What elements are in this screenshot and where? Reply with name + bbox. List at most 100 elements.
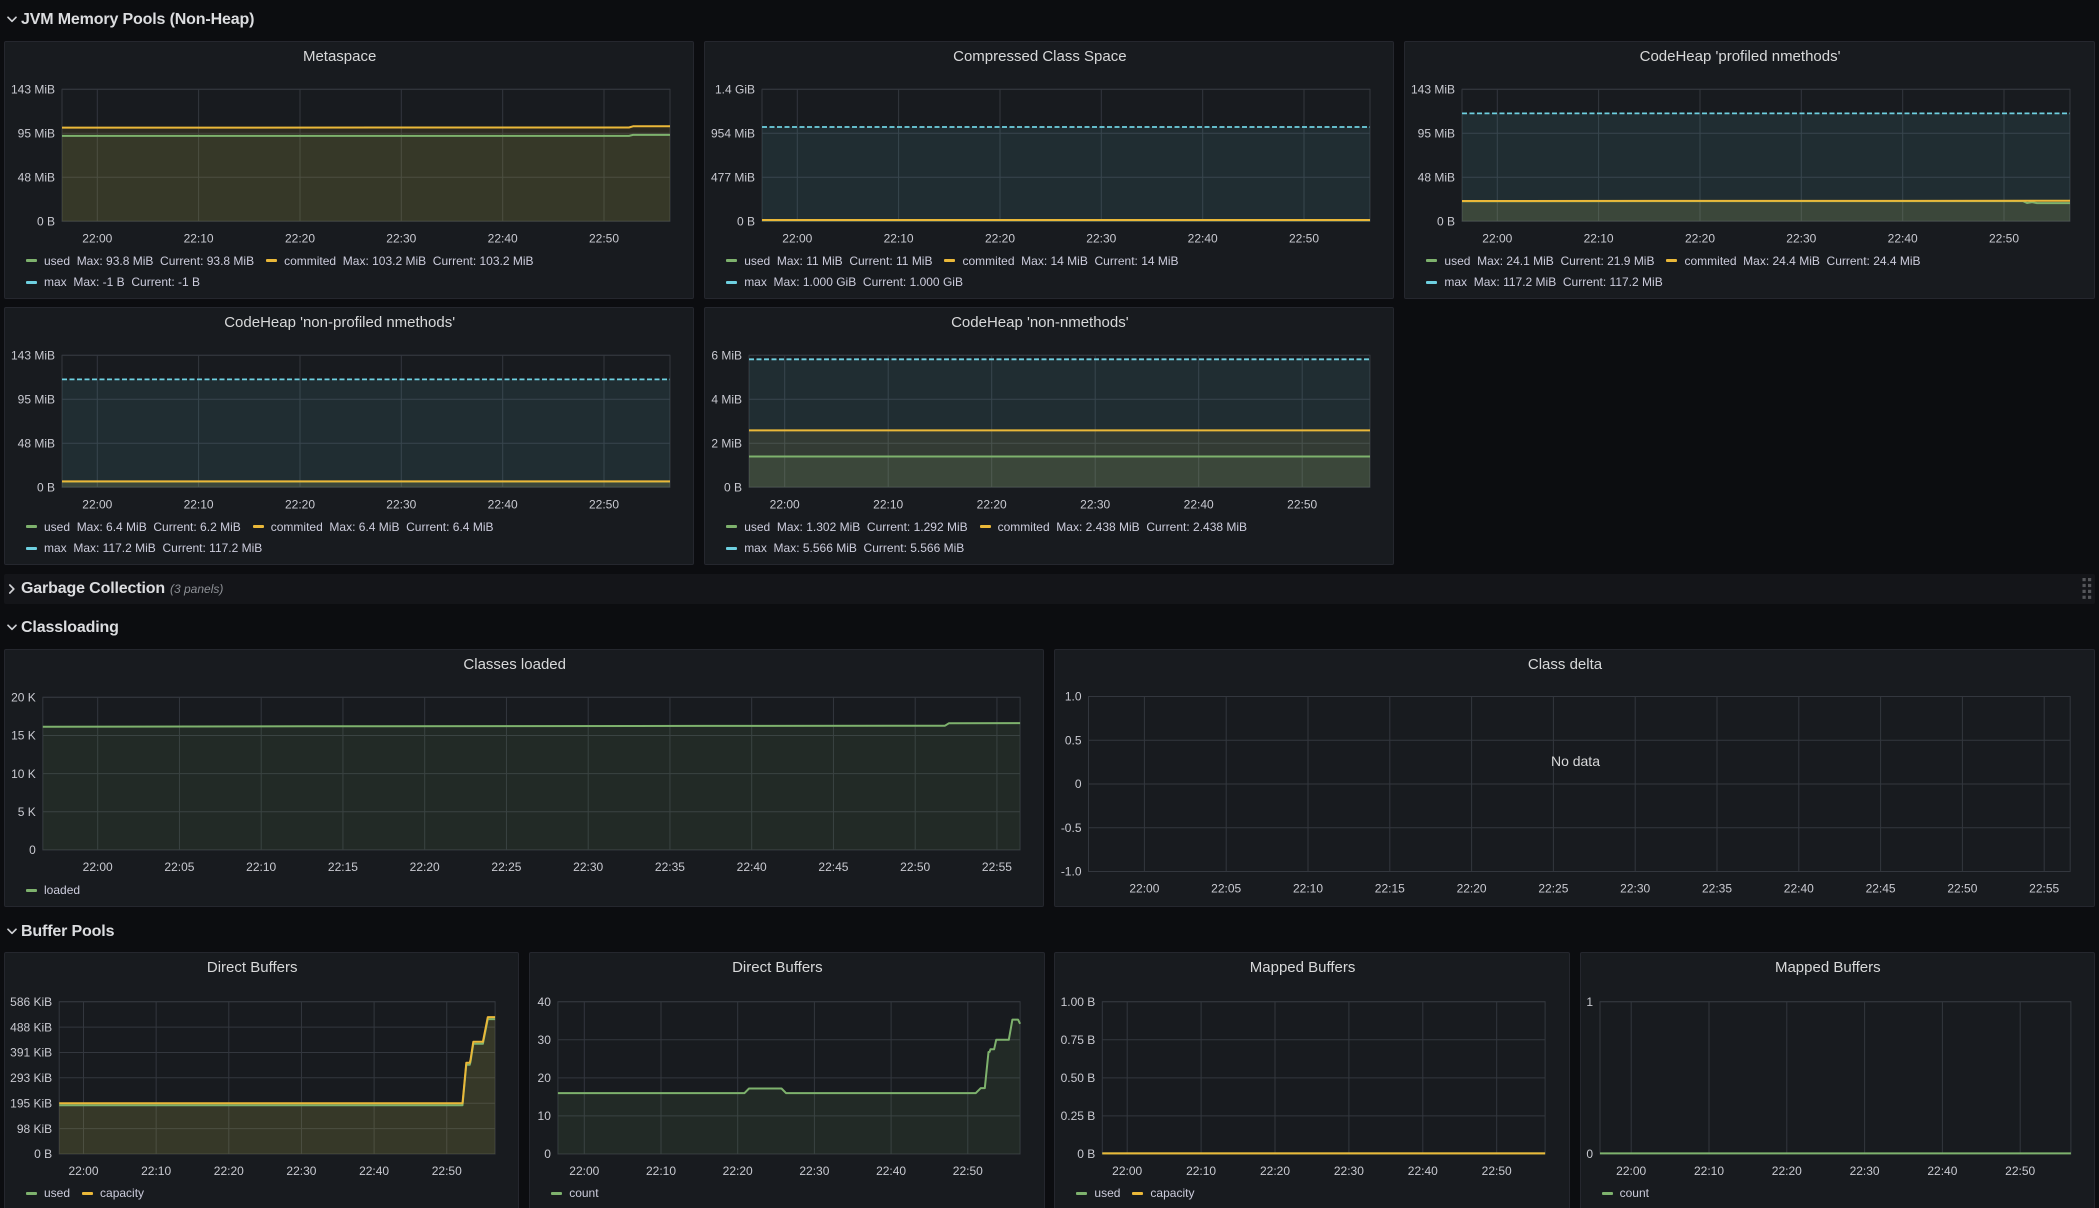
svg-text:22:00: 22:00 <box>82 497 112 511</box>
svg-text:22:00: 22:00 <box>782 231 812 245</box>
svg-text:22:30: 22:30 <box>800 1164 830 1178</box>
svg-text:48 MiB: 48 MiB <box>18 171 55 185</box>
svg-text:22:20: 22:20 <box>1457 882 1487 896</box>
svg-text:22:50: 22:50 <box>1289 231 1319 245</box>
svg-text:22:30: 22:30 <box>386 231 416 245</box>
svg-text:22:30: 22:30 <box>386 497 416 511</box>
svg-text:-1.0: -1.0 <box>1061 865 1082 879</box>
svg-text:22:00: 22:00 <box>68 1164 98 1178</box>
svg-text:954 MiB: 954 MiB <box>711 127 755 141</box>
svg-text:22:50: 22:50 <box>1989 231 2019 245</box>
svg-text:0: 0 <box>544 1147 551 1161</box>
svg-text:143 MiB: 143 MiB <box>11 349 55 363</box>
svg-text:477 MiB: 477 MiB <box>711 171 755 185</box>
svg-text:22:40: 22:40 <box>359 1164 389 1178</box>
svg-text:488 KiB: 488 KiB <box>10 1020 52 1034</box>
svg-text:22:20: 22:20 <box>1685 231 1715 245</box>
svg-text:30: 30 <box>538 1033 552 1047</box>
svg-text:22:05: 22:05 <box>164 860 194 874</box>
svg-text:22:10: 22:10 <box>1293 882 1323 896</box>
svg-text:22:20: 22:20 <box>1260 1164 1290 1178</box>
svg-text:1.00 B: 1.00 B <box>1061 995 1096 1009</box>
svg-text:0.5: 0.5 <box>1065 733 1082 747</box>
svg-text:22:50: 22:50 <box>2005 1164 2035 1178</box>
svg-text:22:40: 22:40 <box>1184 497 1214 511</box>
svg-text:22:35: 22:35 <box>1702 882 1732 896</box>
svg-text:22:30: 22:30 <box>1080 497 1110 511</box>
svg-text:22:50: 22:50 <box>1287 497 1317 511</box>
svg-text:22:00: 22:00 <box>83 860 113 874</box>
svg-text:0 B: 0 B <box>737 215 755 229</box>
svg-text:22:55: 22:55 <box>982 860 1012 874</box>
svg-text:22:40: 22:40 <box>1888 231 1918 245</box>
svg-text:22:55: 22:55 <box>2029 882 2059 896</box>
svg-text:2 MiB: 2 MiB <box>712 437 743 451</box>
svg-text:22:30: 22:30 <box>286 1164 316 1178</box>
svg-text:22:40: 22:40 <box>488 231 518 245</box>
svg-text:22:20: 22:20 <box>214 1164 244 1178</box>
svg-text:22:00: 22:00 <box>1130 882 1160 896</box>
svg-text:391 KiB: 391 KiB <box>10 1046 52 1060</box>
svg-text:22:00: 22:00 <box>569 1164 599 1178</box>
svg-text:0 B: 0 B <box>34 1147 52 1161</box>
svg-text:0.75 B: 0.75 B <box>1061 1033 1096 1047</box>
svg-text:95 MiB: 95 MiB <box>18 393 55 407</box>
svg-text:0.50 B: 0.50 B <box>1061 1071 1096 1085</box>
svg-text:22:50: 22:50 <box>589 231 619 245</box>
svg-text:22:25: 22:25 <box>1539 882 1569 896</box>
svg-text:22:00: 22:00 <box>1483 231 1513 245</box>
svg-text:-0.5: -0.5 <box>1061 821 1082 835</box>
svg-text:0 B: 0 B <box>37 215 55 229</box>
svg-text:1: 1 <box>1586 995 1593 1009</box>
svg-text:22:50: 22:50 <box>589 497 619 511</box>
svg-text:22:40: 22:40 <box>1408 1164 1438 1178</box>
svg-text:22:50: 22:50 <box>432 1164 462 1178</box>
svg-text:22:35: 22:35 <box>655 860 685 874</box>
svg-text:293 KiB: 293 KiB <box>10 1071 52 1085</box>
svg-text:0 B: 0 B <box>37 481 55 495</box>
svg-text:15 K: 15 K <box>11 729 36 743</box>
svg-text:22:20: 22:20 <box>285 231 315 245</box>
svg-text:22:00: 22:00 <box>82 231 112 245</box>
svg-text:22:20: 22:20 <box>723 1164 753 1178</box>
svg-text:22:25: 22:25 <box>491 860 521 874</box>
svg-text:22:30: 22:30 <box>573 860 603 874</box>
svg-text:22:10: 22:10 <box>873 497 903 511</box>
svg-text:586 KiB: 586 KiB <box>10 995 52 1009</box>
svg-text:22:45: 22:45 <box>818 860 848 874</box>
svg-text:95 MiB: 95 MiB <box>1418 127 1455 141</box>
svg-text:22:05: 22:05 <box>1211 882 1241 896</box>
svg-text:1.4 GiB: 1.4 GiB <box>715 83 755 97</box>
svg-text:0 B: 0 B <box>1437 215 1455 229</box>
svg-text:22:30: 22:30 <box>1620 882 1650 896</box>
svg-text:22:10: 22:10 <box>141 1164 171 1178</box>
svg-text:22:20: 22:20 <box>985 231 1015 245</box>
svg-text:22:00: 22:00 <box>1113 1164 1143 1178</box>
svg-text:22:00: 22:00 <box>770 497 800 511</box>
svg-text:22:10: 22:10 <box>1694 1164 1724 1178</box>
svg-text:22:20: 22:20 <box>977 497 1007 511</box>
svg-text:22:10: 22:10 <box>246 860 276 874</box>
svg-text:143 MiB: 143 MiB <box>11 83 55 97</box>
svg-text:22:50: 22:50 <box>1482 1164 1512 1178</box>
svg-text:5 K: 5 K <box>18 805 36 819</box>
svg-text:22:40: 22:40 <box>737 860 767 874</box>
svg-text:22:20: 22:20 <box>410 860 440 874</box>
svg-text:22:30: 22:30 <box>1086 231 1116 245</box>
svg-text:22:10: 22:10 <box>184 231 214 245</box>
svg-text:22:20: 22:20 <box>1771 1164 1801 1178</box>
svg-text:22:45: 22:45 <box>1866 882 1896 896</box>
svg-text:40: 40 <box>538 995 552 1009</box>
svg-text:22:50: 22:50 <box>953 1164 983 1178</box>
svg-text:22:10: 22:10 <box>1186 1164 1216 1178</box>
svg-text:22:40: 22:40 <box>876 1164 906 1178</box>
svg-text:0.25 B: 0.25 B <box>1061 1109 1096 1123</box>
svg-text:22:15: 22:15 <box>328 860 358 874</box>
svg-text:1.0: 1.0 <box>1065 690 1082 704</box>
svg-text:95 MiB: 95 MiB <box>18 127 55 141</box>
svg-text:22:40: 22:40 <box>1927 1164 1957 1178</box>
svg-text:48 MiB: 48 MiB <box>18 437 55 451</box>
svg-text:22:10: 22:10 <box>646 1164 676 1178</box>
svg-text:22:40: 22:40 <box>488 497 518 511</box>
svg-text:0 B: 0 B <box>724 481 742 495</box>
